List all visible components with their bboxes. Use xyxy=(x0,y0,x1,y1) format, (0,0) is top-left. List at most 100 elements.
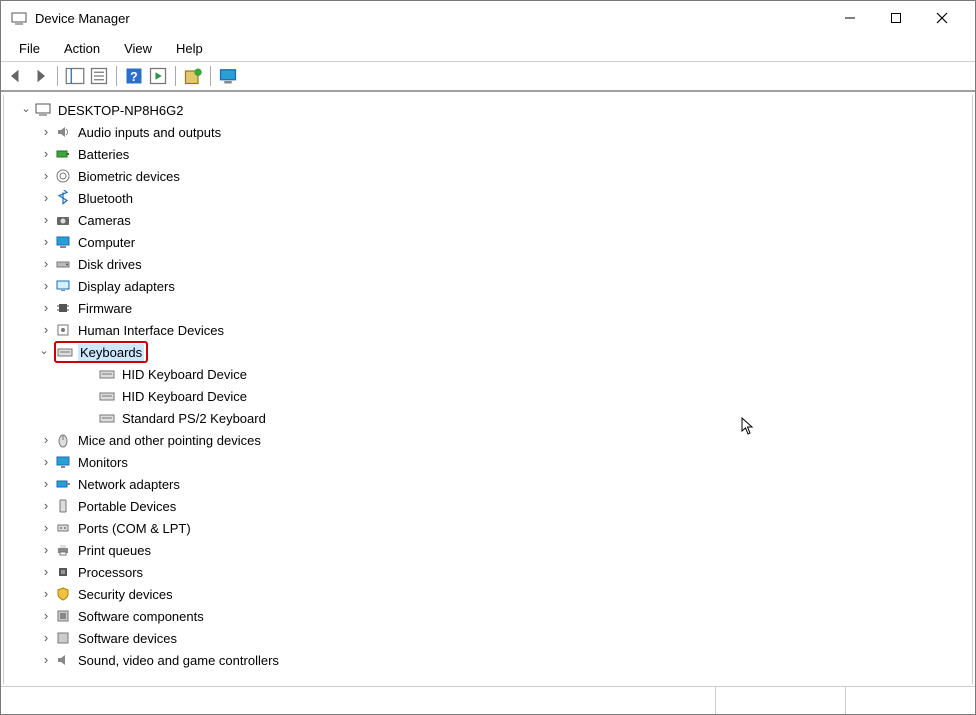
tree-node-label: Disk drives xyxy=(76,256,144,273)
expand-collapse-icon[interactable] xyxy=(38,235,54,250)
tree-node-audio[interactable]: Audio inputs and outputs xyxy=(4,121,972,143)
tree-node-mice[interactable]: Mice and other pointing devices xyxy=(4,429,972,451)
tree-node-label: Bluetooth xyxy=(76,190,135,207)
status-bar xyxy=(1,686,975,714)
tree-node-monitors[interactable]: Monitors xyxy=(4,451,972,473)
expand-collapse-icon[interactable] xyxy=(38,653,54,668)
camera-icon xyxy=(54,211,72,229)
keyboard-icon xyxy=(56,343,74,361)
toolbar: ? xyxy=(1,62,975,92)
forward-button[interactable] xyxy=(29,65,51,87)
tree-pane: DESKTOP-NP8H6G2 Audio inputs and outputs… xyxy=(3,95,973,684)
tree-node-sound[interactable]: Sound, video and game controllers xyxy=(4,649,972,671)
tree-node-label: Standard PS/2 Keyboard xyxy=(120,410,268,427)
toolbar-separator xyxy=(116,66,117,86)
scan-hardware-button[interactable] xyxy=(217,65,239,87)
tree-node-software-components[interactable]: Software components xyxy=(4,605,972,627)
tree-node-processors[interactable]: Processors xyxy=(4,561,972,583)
tree-node-label: Processors xyxy=(76,564,145,581)
tree-node-display-adapters[interactable]: Display adapters xyxy=(4,275,972,297)
close-button[interactable] xyxy=(919,2,965,34)
tree-node-security[interactable]: Security devices xyxy=(4,583,972,605)
toolbar-separator xyxy=(175,66,176,86)
disk-icon xyxy=(54,255,72,273)
expand-collapse-icon[interactable] xyxy=(38,125,54,140)
tree-node-label: Audio inputs and outputs xyxy=(76,124,223,141)
expand-collapse-icon[interactable] xyxy=(18,104,34,117)
expand-collapse-icon[interactable] xyxy=(38,323,54,338)
expand-collapse-icon[interactable] xyxy=(38,257,54,272)
tree-node-network[interactable]: Network adapters xyxy=(4,473,972,495)
tree-node-label: Software devices xyxy=(76,630,179,647)
tree-node-label: Print queues xyxy=(76,542,153,559)
tree-node-label: Display adapters xyxy=(76,278,177,295)
expand-collapse-icon[interactable] xyxy=(38,191,54,206)
expand-collapse-icon[interactable] xyxy=(38,587,54,602)
cpu-icon xyxy=(54,563,72,581)
update-driver-button[interactable] xyxy=(182,65,204,87)
status-cell xyxy=(845,687,975,714)
back-button[interactable] xyxy=(5,65,27,87)
tree-node-label: Mice and other pointing devices xyxy=(76,432,263,449)
tree-node-disk-drives[interactable]: Disk drives xyxy=(4,253,972,275)
chip-icon xyxy=(54,299,72,317)
network-icon xyxy=(54,475,72,493)
app-icon xyxy=(11,10,27,26)
expand-collapse-icon[interactable] xyxy=(38,609,54,624)
expand-collapse-icon[interactable] xyxy=(38,543,54,558)
expand-collapse-icon[interactable] xyxy=(38,301,54,316)
tree-node-hid[interactable]: Human Interface Devices xyxy=(4,319,972,341)
minimize-button[interactable] xyxy=(827,2,873,34)
expand-collapse-icon[interactable] xyxy=(36,346,52,359)
action-button[interactable] xyxy=(147,65,169,87)
tree-node-label: Batteries xyxy=(76,146,131,163)
tree-node-biometric[interactable]: Biometric devices xyxy=(4,165,972,187)
tree-node-computer[interactable]: Computer xyxy=(4,231,972,253)
tree-root[interactable]: DESKTOP-NP8H6G2 xyxy=(4,99,972,121)
tree-node-print-queues[interactable]: Print queues xyxy=(4,539,972,561)
menu-view[interactable]: View xyxy=(112,37,164,60)
expand-collapse-icon[interactable] xyxy=(38,521,54,536)
computer-icon xyxy=(34,101,52,119)
tree-node-ports[interactable]: Ports (COM & LPT) xyxy=(4,517,972,539)
help-button[interactable]: ? xyxy=(123,65,145,87)
menu-action[interactable]: Action xyxy=(52,37,112,60)
expand-collapse-icon[interactable] xyxy=(38,499,54,514)
status-cell xyxy=(1,687,715,714)
expand-collapse-icon[interactable] xyxy=(38,477,54,492)
expand-collapse-icon[interactable] xyxy=(38,279,54,294)
tree-node-software-devices[interactable]: Software devices xyxy=(4,627,972,649)
tree-node-bluetooth[interactable]: Bluetooth xyxy=(4,187,972,209)
expand-collapse-icon[interactable] xyxy=(38,147,54,162)
tree-node-ps2-keyboard[interactable]: Standard PS/2 Keyboard xyxy=(4,407,972,429)
toolbar-separator xyxy=(210,66,211,86)
maximize-button[interactable] xyxy=(873,2,919,34)
tree-node-portable[interactable]: Portable Devices xyxy=(4,495,972,517)
tree-node-label: Biometric devices xyxy=(76,168,182,185)
tree-node-label: Computer xyxy=(76,234,137,251)
tree-node-label: Ports (COM & LPT) xyxy=(76,520,193,537)
expand-collapse-icon[interactable] xyxy=(38,213,54,228)
properties-button[interactable] xyxy=(88,65,110,87)
tree-node-cameras[interactable]: Cameras xyxy=(4,209,972,231)
tree-node-label: Human Interface Devices xyxy=(76,322,226,339)
expand-collapse-icon[interactable] xyxy=(38,169,54,184)
expand-collapse-icon[interactable] xyxy=(38,631,54,646)
tree-node-keyboards[interactable]: Keyboards xyxy=(4,341,972,363)
device-tree[interactable]: DESKTOP-NP8H6G2 Audio inputs and outputs… xyxy=(4,95,972,684)
tree-node-label: Sound, video and game controllers xyxy=(76,652,281,669)
menu-help[interactable]: Help xyxy=(164,37,215,60)
tree-node-hid-keyboard-1[interactable]: HID Keyboard Device xyxy=(4,363,972,385)
menu-file[interactable]: File xyxy=(7,37,52,60)
expand-collapse-icon[interactable] xyxy=(38,433,54,448)
tree-node-batteries[interactable]: Batteries xyxy=(4,143,972,165)
tree-node-hid-keyboard-2[interactable]: HID Keyboard Device xyxy=(4,385,972,407)
expand-collapse-icon[interactable] xyxy=(38,455,54,470)
expand-collapse-icon[interactable] xyxy=(38,565,54,580)
tree-node-label: Cameras xyxy=(76,212,133,229)
hid-icon xyxy=(54,321,72,339)
show-hide-console-tree-button[interactable] xyxy=(64,65,86,87)
port-icon xyxy=(54,519,72,537)
battery-icon xyxy=(54,145,72,163)
tree-node-firmware[interactable]: Firmware xyxy=(4,297,972,319)
